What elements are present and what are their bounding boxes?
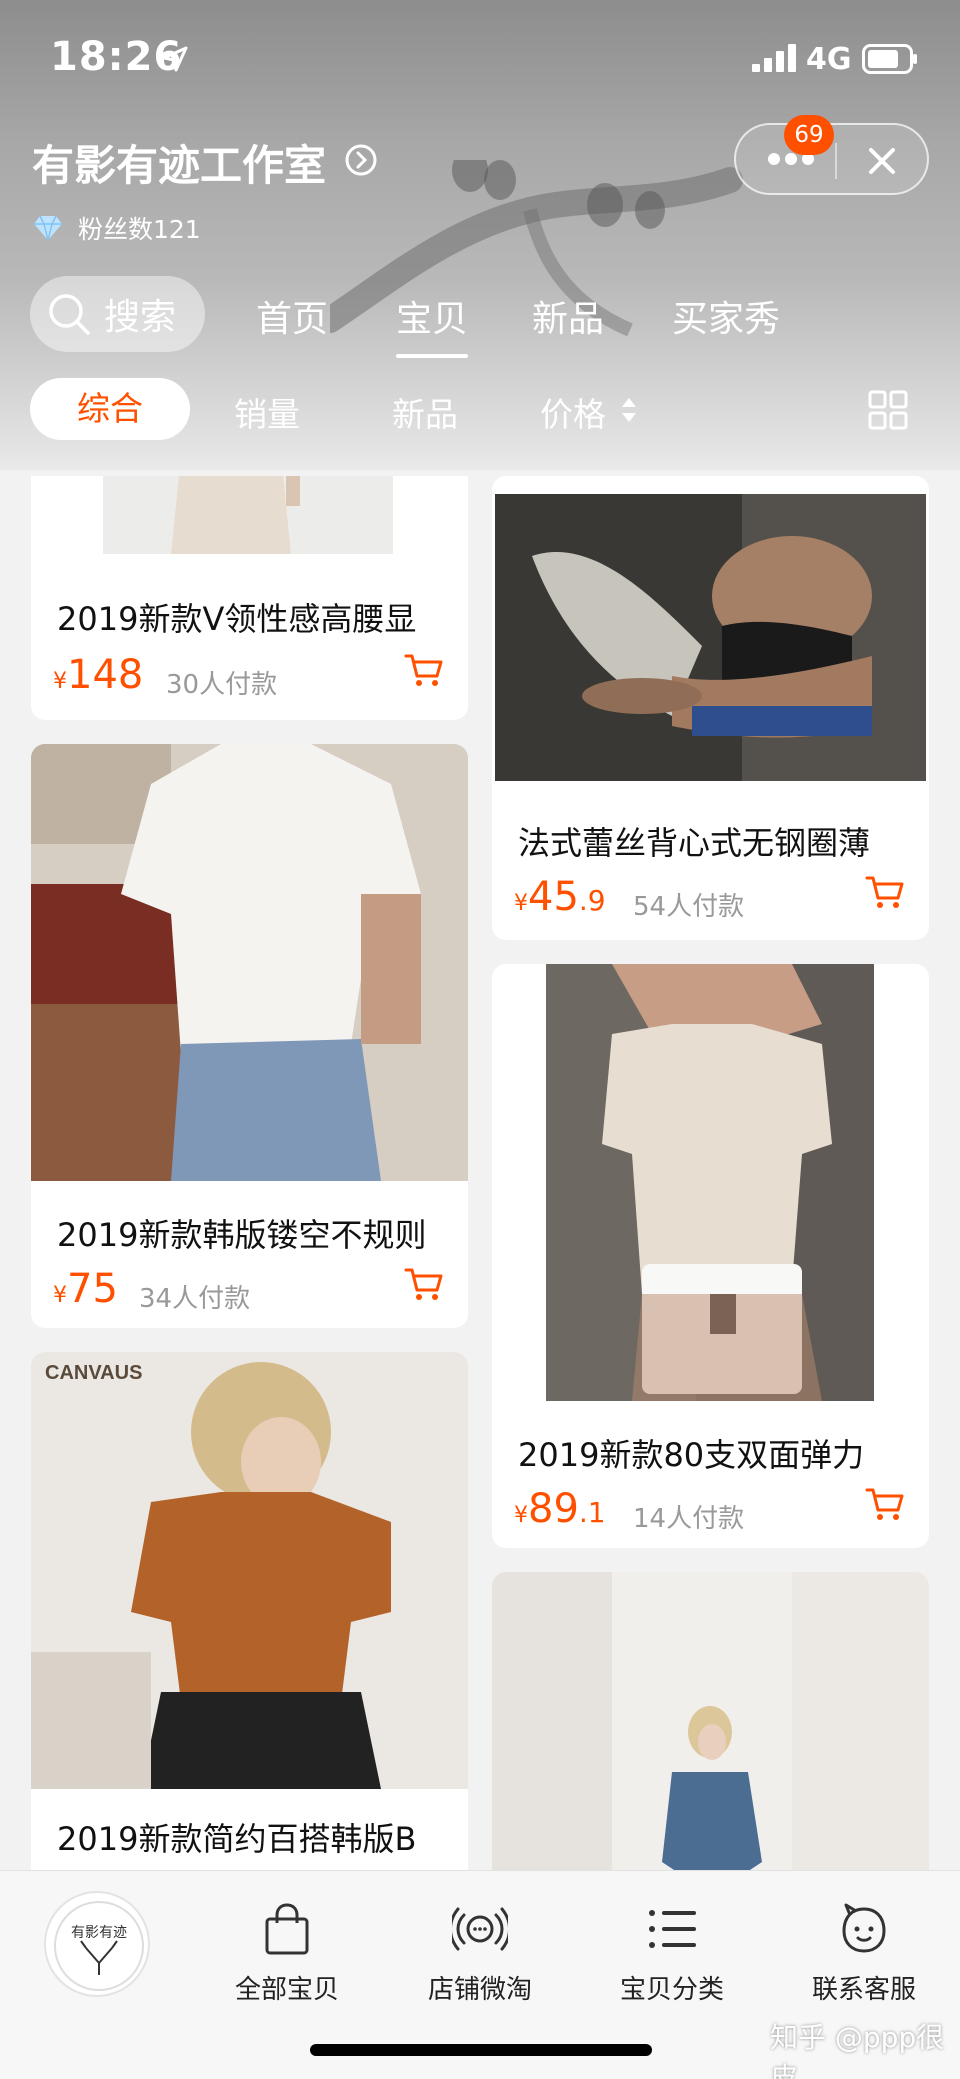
product-card[interactable]: CANVAUS 2019新款简约百搭韩版B: [31, 1352, 468, 1870]
fans-count: 粉丝数121: [32, 208, 201, 248]
bag-icon: [265, 1903, 309, 1955]
shop-logo-text: 有影有迹: [71, 1925, 127, 1941]
battery-icon: [862, 44, 917, 74]
product-image[interactable]: [492, 1572, 929, 1870]
notification-badge: 69: [784, 115, 834, 155]
cart-icon[interactable]: [404, 1266, 444, 1302]
close-icon[interactable]: [866, 145, 898, 177]
watermark: 知乎 @ppp很皮: [770, 2021, 945, 2079]
paid-count: 54人付款: [633, 892, 745, 922]
network-type: 4G: [806, 42, 852, 77]
diamond-icon: [34, 215, 62, 241]
cart-icon[interactable]: [865, 874, 905, 910]
product-price: ¥89.1: [514, 1486, 606, 1532]
grid-layout-icon[interactable]: [868, 390, 908, 430]
home-indicator[interactable]: [310, 2044, 652, 2056]
shop-name[interactable]: 有影有迹工作室: [32, 132, 326, 193]
fans-label: 粉丝数121: [78, 215, 201, 244]
product-feed[interactable]: 2019新款V领性感高腰显 ¥148 30人付款 法式蕾丝背心式无钢圈薄 ¥45…: [0, 476, 960, 1870]
sort-sales[interactable]: 销量: [234, 388, 300, 436]
tab-buyer-show[interactable]: 买家秀: [672, 290, 780, 342]
mini-program-capsule: 69: [734, 115, 929, 195]
tab-label: 全部宝贝: [234, 1975, 339, 2005]
sort-comprehensive[interactable]: 综合: [30, 378, 190, 440]
list-icon: [649, 1910, 696, 1948]
sort-new[interactable]: 新品: [392, 388, 458, 436]
tab-shop-weitao[interactable]: 店铺微淘: [400, 1901, 560, 2006]
location-arrow-icon: [162, 46, 188, 72]
paid-count: 34人付款: [139, 1284, 251, 1314]
cart-icon[interactable]: [404, 652, 444, 688]
product-card[interactable]: [492, 1572, 929, 1870]
product-image[interactable]: [31, 476, 468, 574]
product-title: 2019新款韩版镂空不规则: [57, 1216, 427, 1254]
sort-price[interactable]: 价格: [540, 388, 606, 436]
broadcast-icon: [452, 1907, 508, 1951]
tab-categories[interactable]: 宝贝分类: [592, 1901, 752, 2006]
search-button[interactable]: 搜索: [30, 276, 205, 352]
product-image[interactable]: [31, 744, 468, 1181]
customer-service-icon: [842, 1903, 886, 1953]
search-label: 搜索: [104, 297, 177, 338]
search-icon: [49, 294, 90, 335]
paid-count: 14人付款: [633, 1504, 745, 1534]
product-image[interactable]: [492, 476, 929, 782]
tab-products[interactable]: 宝贝: [396, 290, 469, 358]
tab-all-products[interactable]: 全部宝贝: [207, 1901, 367, 2006]
cart-icon[interactable]: [865, 1486, 905, 1522]
shop-info-chevron-icon[interactable]: [344, 143, 378, 177]
product-title: 2019新款简约百搭韩版B: [57, 1820, 417, 1858]
product-image[interactable]: CANVAUS: [31, 1352, 468, 1789]
status-bar: 18:26 4G: [0, 0, 960, 120]
tab-label: 宝贝分类: [619, 1975, 724, 2005]
tab-customer-service[interactable]: 联系客服: [784, 1901, 944, 2006]
product-card[interactable]: 2019新款V领性感高腰显 ¥148 30人付款: [31, 476, 468, 720]
product-price: ¥148: [53, 652, 144, 698]
product-title: 2019新款80支双面弹力: [518, 1436, 865, 1474]
product-title: 2019新款V领性感高腰显: [57, 600, 417, 638]
tab-label: 店铺微淘: [427, 1975, 532, 2005]
product-card[interactable]: 2019新款80支双面弹力 ¥89.1 14人付款: [492, 964, 929, 1548]
product-title: 法式蕾丝背心式无钢圈薄: [518, 824, 871, 862]
capsule-divider: [835, 143, 837, 179]
sort-arrows-icon[interactable]: [620, 396, 638, 424]
signal-icon: [752, 44, 796, 72]
shop-logo[interactable]: 有影有迹: [44, 1891, 150, 1997]
product-price: ¥45.9: [514, 874, 606, 920]
paid-count: 30人付款: [166, 670, 278, 700]
product-price: ¥75: [53, 1266, 118, 1312]
image-brand-text: CANVAUS: [45, 1362, 143, 1384]
product-image[interactable]: [492, 964, 929, 1401]
tab-new[interactable]: 新品: [532, 290, 604, 342]
tab-label: 联系客服: [811, 1975, 916, 2005]
product-card[interactable]: 2019新款韩版镂空不规则 ¥75 34人付款: [31, 744, 468, 1328]
product-card[interactable]: 法式蕾丝背心式无钢圈薄 ¥45.9 54人付款: [492, 476, 929, 940]
tab-home[interactable]: 首页: [256, 290, 328, 342]
